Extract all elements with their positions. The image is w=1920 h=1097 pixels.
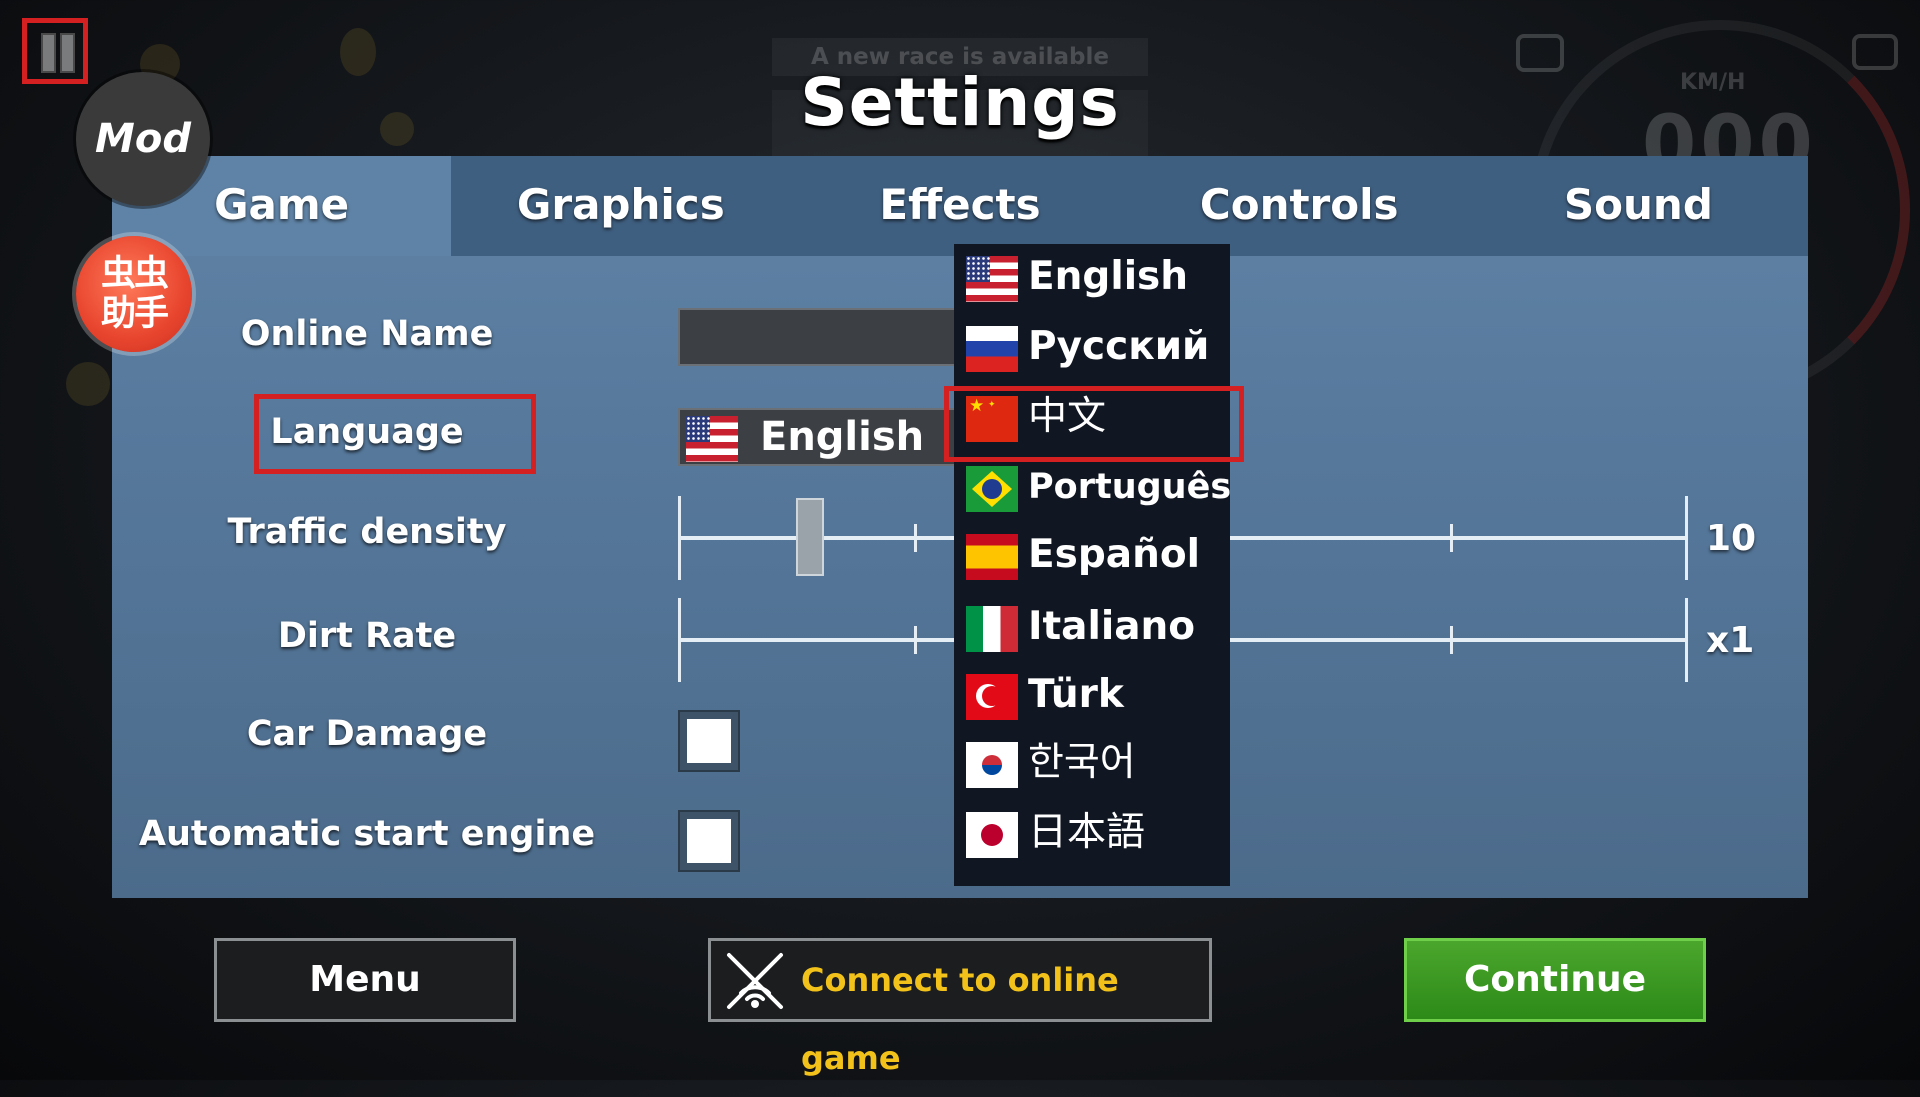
helper-app-label: 虫虫助手 [100,254,169,334]
language-selected-value: English [760,414,925,460]
slider-handle[interactable] [796,498,824,576]
traffic-density-value: 10 [1706,518,1757,559]
menu-button[interactable]: Menu [214,938,516,1022]
tab-graphics[interactable]: Graphics [451,156,790,256]
tr-flag-icon [966,674,1018,720]
coin-icon [66,362,110,406]
jp-flag-icon [966,812,1018,858]
mod-badge[interactable]: Mod [76,72,210,206]
slider-tick [1450,524,1453,552]
traffic-density-label: Traffic density [227,512,507,552]
us-flag-icon [966,256,1018,302]
car-damage-checkbox[interactable] [678,710,740,772]
language-option-label: Português [1028,467,1230,507]
slider-start-cap [678,496,681,580]
language-label-highlight [254,394,536,474]
slider-start-cap [678,598,681,682]
br-flag-icon [966,466,1018,512]
us-flag-icon [686,416,738,462]
slider-tick [914,626,917,654]
auto-start-engine-label: Automatic start engine [138,814,596,854]
language-option-turkish[interactable]: Türk [954,662,1230,728]
language-option-label: 日本語 [1028,810,1146,855]
slider-tick [914,524,917,552]
language-option-label: English [1028,254,1189,299]
selected-option-highlight [944,386,1244,462]
language-option-label: Español [1028,532,1201,577]
connect-online-label: Connect to online game [801,961,1119,1077]
slider-end-cap [1685,496,1688,580]
language-option-partial[interactable] [954,874,1230,886]
online-connect-icon [727,953,783,1009]
dirt-rate-value: x1 [1706,620,1755,661]
page-title: Settings [800,64,1120,141]
ru-flag-icon [966,326,1018,372]
online-name-label: Online Name [240,314,494,354]
car-damage-label: Car Damage [246,714,488,754]
slider-tick [1450,626,1453,654]
it-flag-icon [966,606,1018,652]
language-option-japanese[interactable]: 日本語 [954,800,1230,866]
settings-tabs: Game Graphics Effects Controls Sound [112,156,1808,256]
language-option-english[interactable]: English [954,244,1230,310]
slider-end-cap [1685,598,1688,682]
kr-flag-icon [966,742,1018,788]
language-option-korean[interactable]: 한국어 [954,730,1230,796]
language-option-italian[interactable]: Italiano [954,594,1230,660]
language-option-russian[interactable]: Русский [954,314,1230,380]
language-option-spanish[interactable]: Español [954,522,1230,588]
continue-button[interactable]: Continue [1404,938,1706,1022]
tab-effects[interactable]: Effects [790,156,1129,256]
language-option-portuguese[interactable]: Português [954,454,1230,520]
language-select[interactable]: English [678,408,958,466]
tab-sound[interactable]: Sound [1469,156,1808,256]
language-option-label: Türk [1028,672,1124,717]
connect-online-button[interactable]: Connect to online game [708,938,1212,1077]
language-option-label: Italiano [1028,604,1196,649]
language-dropdown: English Русский 中文 Português Español Ita… [954,244,1230,886]
auto-start-engine-checkbox[interactable] [678,810,740,872]
language-option-label: 한국어 [1028,740,1136,785]
language-option-label: Русский [1028,324,1210,369]
tab-controls[interactable]: Controls [1130,156,1469,256]
helper-app-badge[interactable]: 虫虫助手 [76,236,192,352]
es-flag-icon [966,534,1018,580]
dirt-rate-label: Dirt Rate [277,616,457,656]
